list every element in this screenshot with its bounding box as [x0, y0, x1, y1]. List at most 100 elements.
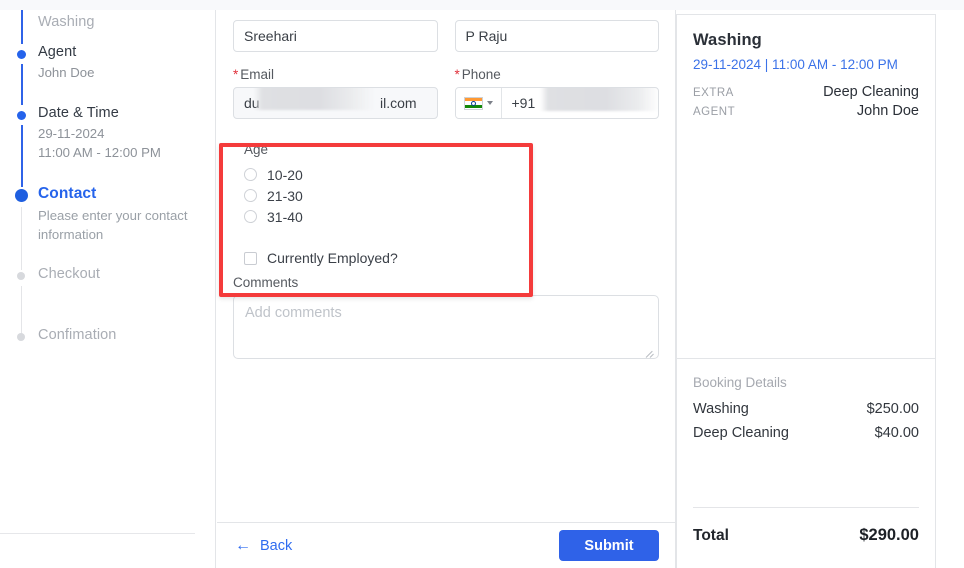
phone-label-text: Phone — [461, 67, 501, 82]
step-connector-line — [21, 125, 23, 187]
email-value-suffix: il.com — [380, 95, 417, 111]
total-value: $290.00 — [859, 526, 919, 544]
step-dot-contact — [15, 189, 28, 202]
step-title-contact: Contact — [38, 185, 97, 202]
sidebar-step-date-time[interactable]: Date & Time 29-11-2024 11:00 AM - 12:00 … — [0, 105, 215, 187]
back-button[interactable]: ← Back — [233, 534, 294, 558]
resize-handle[interactable] — [645, 349, 655, 358]
sidebar-step-confirmation[interactable]: Confimation — [0, 327, 215, 367]
submit-button[interactable]: Submit — [559, 530, 659, 561]
email-phone-row: * Email du il.com * Phone +91 — [233, 67, 659, 119]
summary-meta-key: EXTRA — [693, 87, 734, 99]
contact-form-panel: *Email du il.com *Phone — [217, 10, 676, 568]
email-input[interactable]: du il.com — [233, 87, 438, 119]
line-item-name: Deep Cleaning — [693, 425, 789, 441]
line-item: Deep Cleaning $40.00 — [693, 425, 919, 441]
phone-country-code: +91 — [511, 95, 536, 111]
step-dot-date-time — [17, 111, 26, 120]
sidebar-step-agent[interactable]: Agent John Doe — [0, 44, 215, 105]
summary-meta-value: John Doe — [856, 103, 919, 119]
age-section: Age 10-20 21-30 31-40 Currently Employed… — [233, 133, 659, 266]
currently-employed-row[interactable]: Currently Employed? — [244, 250, 659, 266]
required-asterisk: * — [233, 67, 239, 82]
form-action-bar: ← Back Submit — [217, 522, 675, 568]
first-name-field — [233, 20, 438, 52]
step-connector-line — [21, 64, 23, 105]
back-button-label: Back — [260, 537, 293, 554]
required-asterisk: * — [454, 67, 460, 82]
step-connector-line — [21, 207, 22, 270]
step-dot-confirmation — [17, 333, 25, 341]
arrow-left-icon: ← — [235, 536, 251, 554]
contact-form-body: *Email du il.com *Phone — [217, 10, 675, 522]
step-title-checkout: Checkout — [38, 266, 101, 282]
step-dot-agent — [17, 50, 26, 59]
wizard-stepper-sidebar: Washing Agent John Doe Date & Time 29-11… — [0, 10, 216, 568]
comments-section: Comments — [233, 275, 659, 364]
last-name-field — [454, 20, 659, 52]
comments-label: Comments — [233, 275, 299, 290]
step-sub-time: 11:00 AM - 12:00 PM — [38, 145, 161, 160]
summary-meta-key: AGENT — [693, 106, 736, 118]
country-code-selector[interactable] — [455, 88, 502, 118]
step-title-washing: Washing — [38, 14, 95, 30]
line-item: Washing $250.00 — [693, 401, 919, 417]
age-option-31-40[interactable]: 31-40 — [244, 206, 659, 227]
phone-field: * Phone +91 — [454, 67, 660, 119]
phone-label: * Phone — [455, 67, 660, 82]
summary-meta-agent: AGENT John Doe — [693, 103, 919, 119]
step-title-agent: Agent — [38, 44, 77, 60]
summary-pricing-section: Booking Details Washing $250.00 Deep Cle… — [677, 359, 935, 545]
step-title-date-time: Date & Time — [38, 105, 119, 121]
step-connector-line — [21, 10, 23, 44]
total-row: Total $290.00 — [693, 526, 919, 545]
line-item-price: $40.00 — [874, 425, 919, 441]
sidebar-divider — [0, 533, 195, 534]
booking-wizard-screen: Washing Agent John Doe Date & Time 29-11… — [0, 0, 964, 568]
summary-header-section: Washing 29-11-2024 | 11:00 AM - 12:00 PM… — [677, 15, 935, 358]
summary-meta-extra: EXTRA Deep Cleaning — [693, 84, 919, 100]
comments-textarea[interactable] — [233, 295, 659, 359]
sidebar-step-contact[interactable]: Contact Please enter your contact inform… — [0, 185, 215, 270]
phone-number-input[interactable]: +91 — [502, 88, 659, 118]
line-item-name: Washing — [693, 401, 749, 417]
checkbox-icon[interactable] — [244, 251, 257, 265]
radio-icon[interactable] — [244, 189, 257, 202]
first-name-input[interactable] — [233, 20, 438, 52]
age-option-label: 10-20 — [267, 166, 303, 183]
summary-meta-value: Deep Cleaning — [823, 84, 919, 100]
radio-icon[interactable] — [244, 168, 257, 181]
booking-details-title: Booking Details — [693, 375, 787, 390]
summary-service-title: Washing — [693, 31, 762, 49]
age-label: Age — [244, 142, 269, 157]
phone-input-group: +91 — [454, 87, 659, 119]
booking-summary-card: Washing 29-11-2024 | 11:00 AM - 12:00 PM… — [676, 14, 936, 568]
last-name-input[interactable] — [454, 20, 659, 52]
age-option-21-30[interactable]: 21-30 — [244, 185, 659, 206]
in-flag-icon — [463, 96, 483, 110]
sidebar-step-washing[interactable]: Washing — [0, 10, 215, 44]
name-row — [233, 10, 659, 52]
age-option-label: 31-40 — [267, 208, 303, 225]
summary-date-time: 29-11-2024 | 11:00 AM - 12:00 PM — [693, 57, 898, 72]
email-label-text: Email — [240, 67, 275, 82]
step-dot-checkout — [17, 272, 25, 280]
email-label: * Email — [233, 67, 438, 82]
top-strip — [0, 0, 964, 10]
age-option-label: 21-30 — [267, 187, 303, 204]
line-item-price: $250.00 — [866, 401, 919, 417]
email-field: * Email du il.com — [233, 67, 438, 119]
email-value-prefix: du — [244, 95, 260, 111]
currently-employed-label: Currently Employed? — [267, 250, 398, 266]
radio-icon[interactable] — [244, 210, 257, 223]
step-list: Washing Agent John Doe Date & Time 29-11… — [0, 10, 215, 367]
step-sub-agent: John Doe — [38, 65, 95, 80]
step-title-confirmation: Confimation — [38, 327, 117, 343]
age-option-10-20[interactable]: 10-20 — [244, 164, 659, 185]
step-sub-date: 29-11-2024 — [38, 126, 105, 141]
total-divider — [693, 507, 919, 508]
total-label: Total — [693, 527, 729, 544]
sidebar-step-checkout[interactable]: Checkout — [0, 266, 215, 334]
chevron-down-icon — [486, 101, 493, 105]
step-sub-contact: Please enter your contact information — [38, 208, 188, 242]
